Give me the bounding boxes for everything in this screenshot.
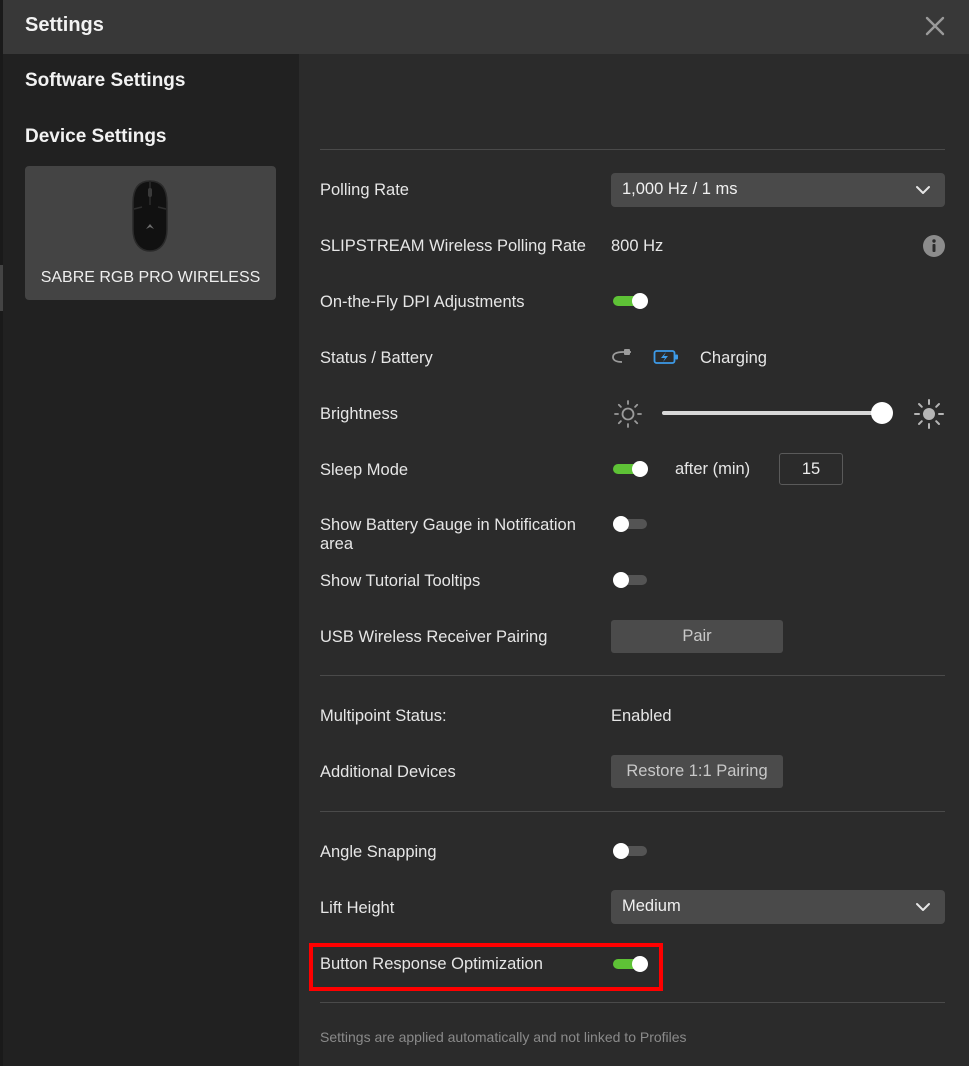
polling-rate-value: 1,000 Hz / 1 ms — [622, 180, 738, 198]
sleep-mode-toggle[interactable] — [613, 461, 649, 477]
lift-height-value: Medium — [622, 897, 681, 915]
device-name: SABRE RGB PRO WIRELESS — [40, 269, 261, 286]
device-card[interactable]: SABRE RGB PRO WIRELESS — [25, 166, 276, 300]
slipstream-value: 800 Hz — [611, 237, 664, 255]
slipstream-label: SLIPSTREAM Wireless Polling Rate — [320, 237, 586, 255]
restore-pairing-button[interactable]: Restore 1:1 Pairing — [611, 755, 783, 788]
chevron-down-icon — [916, 186, 930, 194]
status-battery-label: Status / Battery — [320, 349, 433, 367]
settings-panel: Polling Rate 1,000 Hz / 1 ms SLIPSTREAM … — [299, 54, 969, 1066]
divider — [320, 1002, 945, 1003]
title-bar: Settings — [3, 0, 969, 54]
battery-gauge-toggle[interactable] — [613, 516, 649, 532]
mouse-icon — [132, 180, 168, 252]
divider — [320, 811, 945, 812]
multipoint-label: Multipoint Status: — [320, 707, 447, 725]
brightness-slider-handle[interactable] — [871, 402, 893, 424]
battery-charging-icon — [653, 350, 678, 364]
highlight-box — [309, 943, 663, 991]
tutorial-tooltips-toggle[interactable] — [613, 572, 649, 588]
chevron-down-icon — [916, 903, 930, 911]
multipoint-value: Enabled — [611, 707, 672, 725]
polling-rate-select[interactable]: 1,000 Hz / 1 ms — [611, 173, 945, 207]
lift-height-label: Lift Height — [320, 899, 395, 917]
nav-software-settings[interactable]: Software Settings — [25, 70, 185, 92]
divider — [320, 675, 945, 676]
usb-pairing-label: USB Wireless Receiver Pairing — [320, 628, 548, 646]
sleep-mode-label: Sleep Mode — [320, 461, 409, 479]
angle-snapping-toggle[interactable] — [613, 843, 649, 859]
angle-snapping-label: Angle Snapping — [320, 843, 437, 861]
battery-gauge-label: Show Battery Gauge in Notification area — [320, 516, 576, 553]
sidebar: Software Settings Device Settings SABRE … — [3, 54, 299, 1066]
brightness-label: Brightness — [320, 405, 398, 423]
sleep-minutes-input[interactable] — [779, 453, 843, 485]
pair-button[interactable]: Pair — [611, 620, 783, 653]
brightness-high-icon — [914, 399, 944, 429]
usb-cable-icon — [612, 349, 631, 363]
window-title: Settings — [25, 14, 104, 36]
additional-devices-label: Additional Devices — [320, 763, 456, 781]
brightness-low-icon — [614, 400, 642, 428]
tutorial-tooltips-label: Show Tutorial Tooltips — [320, 572, 481, 590]
brightness-slider-track[interactable] — [662, 411, 882, 415]
sleep-after-label: after (min) — [675, 460, 751, 478]
nav-device-settings[interactable]: Device Settings — [25, 126, 167, 148]
lift-height-select[interactable]: Medium — [611, 890, 945, 924]
battery-status: Charging — [700, 349, 767, 367]
dpi-toggle[interactable] — [613, 293, 649, 309]
footer-note: Settings are applied automatically and n… — [320, 1029, 687, 1045]
info-icon[interactable] — [923, 235, 945, 257]
polling-rate-label: Polling Rate — [320, 181, 409, 199]
dpi-label: On-the-Fly DPI Adjustments — [320, 293, 525, 311]
divider — [320, 149, 945, 150]
close-icon[interactable] — [921, 12, 949, 40]
